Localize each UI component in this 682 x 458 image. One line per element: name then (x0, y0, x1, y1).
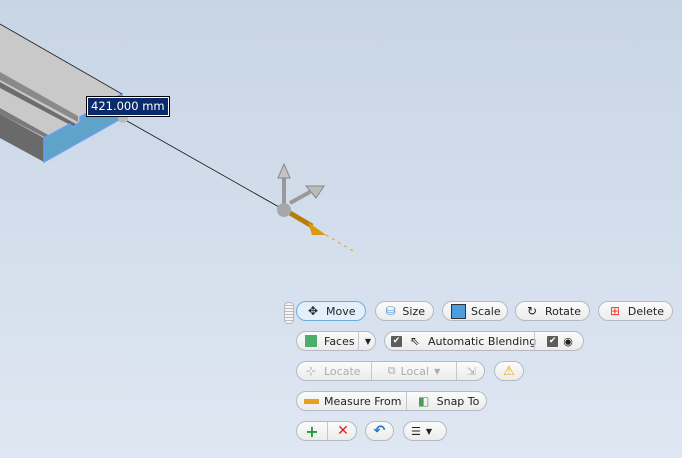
cylinder-icon: ⛁ (385, 304, 396, 318)
plus-icon: + (305, 421, 319, 441)
options-menu-button[interactable]: ☰ ▼ (403, 421, 447, 441)
relocate-icon: ⇲ (466, 364, 477, 378)
extrusion-model (0, 23, 123, 164)
move-icon: ✥ (307, 304, 319, 318)
measure-from-label: Measure From (324, 394, 402, 408)
faces-dropdown[interactable]: ▼ (358, 332, 377, 350)
delete-button[interactable]: ⊞ Delete (598, 301, 673, 321)
move-gizmo[interactable] (277, 162, 356, 253)
faces-label: Faces (324, 334, 355, 348)
toolbar-drag-handle[interactable] (284, 302, 294, 324)
dimension-line (126, 120, 280, 208)
rotate-button[interactable]: ↻ Rotate (515, 301, 590, 321)
measure-group[interactable]: Measure From ◧ Snap To (296, 391, 487, 411)
apply-cancel-group: + ✕ (296, 421, 357, 441)
scale-label: Scale (471, 304, 501, 318)
undo-button[interactable]: ↶ (365, 421, 394, 441)
faces-selector[interactable]: Faces ▼ (296, 331, 376, 351)
close-icon: ✕ (337, 423, 349, 439)
size-label: Size (402, 304, 425, 318)
undo-icon: ↶ (373, 423, 386, 439)
preview-toggle[interactable]: ✔ ◉ (534, 332, 585, 350)
cancel-button[interactable]: ✕ (327, 422, 358, 440)
cursor-icon: ⇖ (409, 334, 421, 348)
snap-to-button[interactable]: ◧ Snap To (406, 392, 488, 410)
local-coordinate-icon: ⧉ (387, 364, 396, 377)
snap-to-label: Snap To (436, 394, 480, 408)
local-dropdown: ⧉ Local ▼ (371, 362, 456, 380)
warning-icon: ⚠ (503, 363, 515, 379)
local-label: Local (400, 364, 430, 378)
delete-label: Delete (627, 304, 664, 318)
size-button[interactable]: ⛁ Size (375, 301, 434, 321)
apply-button[interactable]: + (297, 421, 327, 441)
automatic-blending-toggle[interactable]: ✔ ⇖ Automatic Blending ✔ ◉ (384, 331, 584, 351)
locate-group: ⊹ Locate ⧉ Local ▼ ⇲ (296, 361, 485, 381)
snap-icon: ◧ (417, 394, 430, 408)
chevron-down-icon: ▼ (364, 336, 372, 346)
locate-label: Locate (324, 364, 361, 378)
rotate-label: Rotate (544, 304, 581, 318)
dimension-input[interactable]: 421.000 mm (86, 96, 170, 117)
chevron-down-icon: ▼ (434, 366, 441, 376)
delete-icon: ⊞ (609, 304, 620, 318)
rotate-icon: ↻ (526, 304, 538, 318)
locate-icon: ⊹ (305, 364, 317, 378)
ruler-icon (303, 394, 319, 408)
warning-button[interactable]: ⚠ (494, 361, 524, 381)
automatic-blending-checkbox[interactable]: ✔ (391, 335, 402, 347)
relocate-button: ⇲ (456, 362, 486, 380)
face-select-icon (303, 334, 319, 348)
move-button[interactable]: ✥ Move (296, 301, 366, 321)
eye-icon: ◉ (563, 334, 573, 348)
preview-checkbox[interactable]: ✔ (547, 335, 559, 347)
3d-viewport[interactable] (0, 0, 682, 458)
list-icon: ☰ (411, 424, 421, 438)
move-label: Move (326, 304, 356, 318)
scale-button[interactable]: Scale (442, 301, 508, 321)
automatic-blending-label: Automatic Blending (428, 334, 537, 348)
chevron-down-icon: ▼ (425, 426, 433, 436)
scale-icon (451, 303, 466, 319)
